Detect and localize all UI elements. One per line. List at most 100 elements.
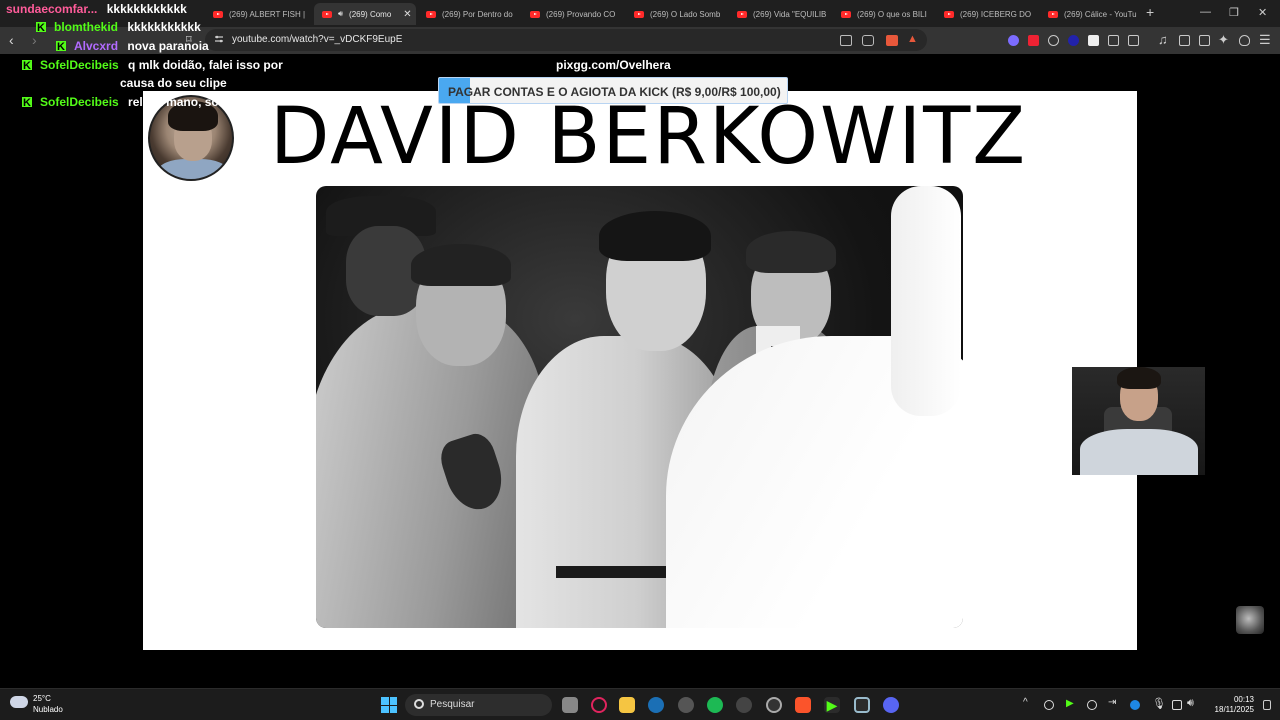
weather-condition: Nublado — [33, 705, 63, 714]
chat-message: Alvcxrd nova paranoia — [56, 37, 209, 57]
share-icon[interactable] — [862, 35, 874, 46]
app-settings-icon[interactable] — [766, 697, 782, 713]
media-icon[interactable]: ♫ — [1158, 32, 1168, 47]
chat-text: q mlk doidão, falei isso por — [128, 58, 283, 72]
opera-icon[interactable] — [591, 697, 607, 713]
tab-label: (269) ALBERT FISH | — [229, 9, 306, 19]
tray-play-icon[interactable]: ▶ — [1066, 698, 1074, 709]
tab-provando[interactable]: (269) Provando CO — [522, 3, 622, 25]
tab-label: (269) O Lado Somb — [650, 9, 721, 19]
brave-browser-icon[interactable] — [795, 697, 811, 713]
sync-icon[interactable] — [1044, 700, 1054, 710]
close-tab-icon[interactable]: ✕ — [403, 9, 411, 20]
close-window-icon[interactable]: ✕ — [1258, 6, 1267, 19]
app-arrow-icon[interactable] — [736, 697, 752, 713]
download-icon[interactable] — [854, 697, 870, 713]
sidebar-icon[interactable] — [1179, 35, 1190, 46]
tab-iceberg[interactable]: (269) ICEBERG DO — [936, 3, 1036, 25]
kick-badge-icon — [56, 38, 66, 57]
url-text[interactable]: youtube.com/watch?v=_vDCKF9EupE — [232, 34, 402, 45]
tab-por-dentro[interactable]: (269) Por Dentro do — [418, 3, 518, 25]
chat-message: sundaecomfar... kkkkkkkkkkkk — [6, 0, 187, 19]
chat-text: kkkkkkkkkkk — [127, 20, 201, 34]
play-icon[interactable]: ▶ — [824, 697, 840, 713]
minimize-icon[interactable]: — — [1200, 6, 1211, 18]
extension-qr-icon[interactable] — [1088, 35, 1099, 46]
discord-icon[interactable] — [883, 697, 899, 713]
address-bar[interactable]: youtube.com/watch?v=_vDCKF9EupE ▲ — [205, 29, 927, 51]
back-icon[interactable]: ‹ — [9, 32, 14, 48]
extension-glasses-icon[interactable] — [1048, 35, 1059, 46]
pix-link: pixgg.com/Ovelhera — [556, 58, 671, 72]
chat-message: SofelDecibeis q mlk doidão, falei isso p… — [22, 56, 283, 76]
extension-red-icon[interactable] — [1028, 35, 1039, 46]
network-icon[interactable] — [1172, 700, 1182, 710]
chat-username: SofelDecibeis — [40, 95, 119, 109]
youtube-icon — [737, 10, 747, 18]
youtube-icon — [530, 10, 540, 18]
chat-username: Alvcxrd — [74, 39, 119, 53]
channel-avatar — [1236, 606, 1264, 634]
tab-calice[interactable]: (269) Cálice - YouTu — [1040, 3, 1140, 25]
bluetooth-icon[interactable] — [1130, 700, 1140, 710]
cast-icon[interactable] — [840, 35, 852, 46]
wallet-icon[interactable] — [1199, 35, 1210, 46]
tab-label: (269) ICEBERG DO — [960, 9, 1032, 19]
tab-albert-fish[interactable]: (269) ALBERT FISH | — [205, 3, 308, 25]
extension-leo-icon[interactable] — [1008, 35, 1019, 46]
system-clock[interactable]: 00:13 18/11/2025 — [1208, 695, 1254, 715]
chat-message: SofelDecibeis relaxa mano, só fala baixo — [22, 93, 278, 113]
tab-o-que-os[interactable]: (269) O que os BILI — [833, 3, 933, 25]
show-hidden-icons[interactable]: ^ — [1023, 697, 1028, 708]
restore-icon[interactable]: ❐ — [1229, 6, 1239, 19]
task-view-icon[interactable] — [562, 697, 578, 713]
spotify-icon[interactable] — [707, 697, 723, 713]
notification-icon[interactable] — [1263, 700, 1271, 710]
volume-icon[interactable]: 🔊︎ — [1187, 697, 1194, 710]
tab-label: (269) O que os BILI — [857, 9, 927, 19]
tab-label: (269) Por Dentro do — [442, 9, 513, 19]
search-label: Pesquisar — [430, 699, 475, 710]
youtube-icon — [322, 10, 332, 18]
taskbar-search[interactable]: Pesquisar — [405, 694, 552, 716]
speaker-icon[interactable]: 🔊︎ — [338, 9, 343, 19]
youtube-icon — [944, 10, 954, 18]
tab-label: (269) Vida "EQUILIB — [753, 9, 827, 19]
youtube-icon — [426, 10, 436, 18]
rewards-icon[interactable]: ▲ — [907, 33, 918, 45]
leo-ai-icon[interactable]: ✦ — [1218, 32, 1229, 48]
site-info-icon[interactable] — [214, 34, 224, 44]
kick-badge-icon — [36, 19, 46, 38]
new-tab-button[interactable]: + — [1146, 4, 1154, 20]
extensions-puzzle-icon[interactable] — [1108, 35, 1119, 46]
screenshot-icon[interactable] — [1128, 35, 1139, 46]
tab-label: (269) Como — [349, 9, 392, 19]
clock-date: 18/11/2025 — [1214, 705, 1254, 714]
chat-text: relaxa mano, só fala baixo — [128, 95, 278, 109]
tab-como-active[interactable]: 🔊︎ (269) Como ✕ — [314, 3, 416, 25]
file-explorer-icon[interactable] — [619, 697, 635, 713]
app-icon[interactable] — [678, 697, 694, 713]
chat-text: kkkkkkkkkkkk — [106, 2, 187, 16]
youtube-icon — [841, 10, 851, 18]
windows-taskbar: 25°C Nublado Pesquisar ▶ ^ ▶ ⇥ 🎙︎ 🔊︎ 00:… — [0, 688, 1280, 720]
extension-blue-icon[interactable] — [1068, 35, 1079, 46]
slide-title: DAVID BERKOWITZ — [270, 92, 1028, 182]
donation-goal-text: PAGAR CONTAS E O AGIOTA DA KICK (R$ 9,00… — [448, 85, 781, 99]
tab-lado-sombrio[interactable]: (269) O Lado Somb — [626, 3, 726, 25]
chat-username: blomthekid — [54, 20, 119, 34]
tray-arrow-icon[interactable]: ⇥ — [1108, 697, 1116, 708]
youtube-icon — [634, 10, 644, 18]
microphone-icon[interactable]: 🎙︎ — [1152, 697, 1166, 710]
vpn-shield-icon[interactable] — [1239, 35, 1250, 46]
menu-icon[interactable]: ☰ — [1259, 32, 1271, 48]
clock-time: 00:13 — [1233, 695, 1254, 704]
brave-shields-icon[interactable] — [886, 35, 898, 46]
chat-username: sundaecomfar... — [6, 2, 98, 16]
tab-label: (269) Cálice - YouTu — [1064, 9, 1137, 19]
tab-vida-equilibrio[interactable]: (269) Vida "EQUILIB — [729, 3, 829, 25]
donation-goal-bar: PAGAR CONTAS E O AGIOTA DA KICK (R$ 9,00… — [438, 77, 788, 104]
start-button[interactable] — [381, 697, 397, 713]
steam-icon[interactable] — [648, 697, 664, 713]
tray-app-icon[interactable] — [1087, 700, 1097, 710]
